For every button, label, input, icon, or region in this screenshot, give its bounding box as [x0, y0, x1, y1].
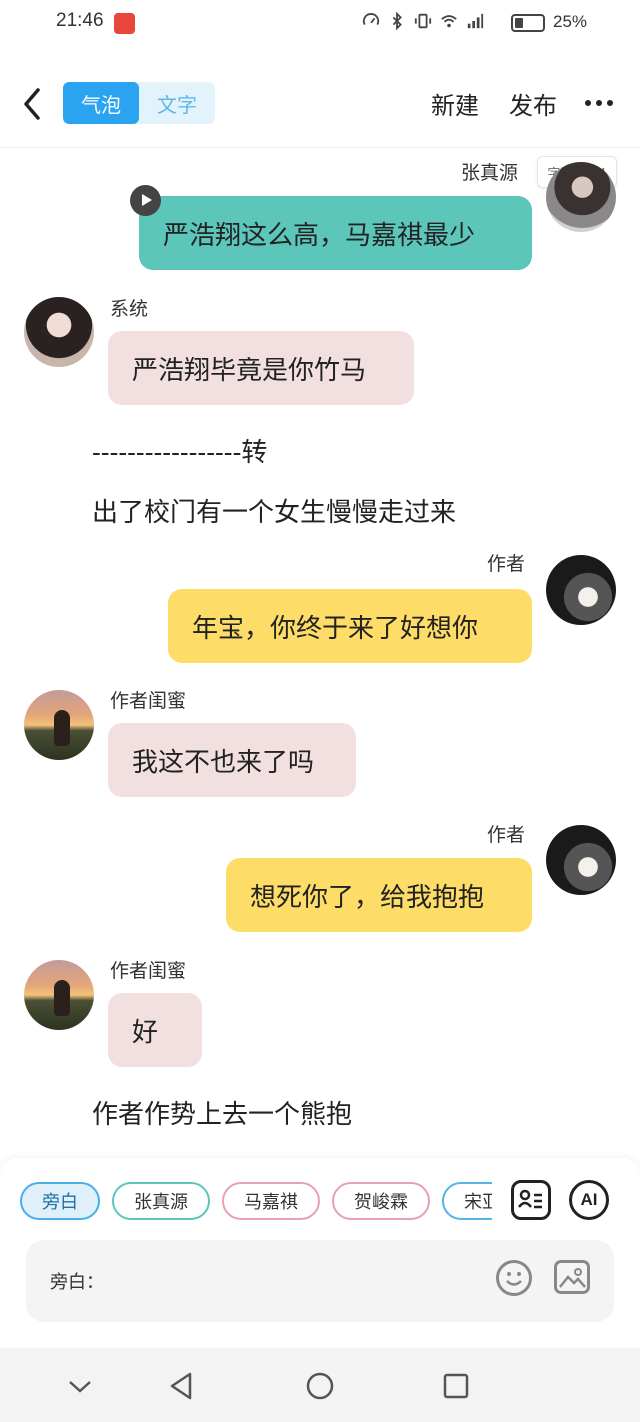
role-chip[interactable]: 张真源 [112, 1182, 210, 1220]
input-role-label: 旁白： [50, 1272, 104, 1293]
narration-text[interactable]: 作者作势上去一个熊抱 [92, 1094, 352, 1131]
speed-icon [362, 13, 380, 26]
status-bar: 21:46 25% [0, 0, 640, 48]
chat-bubble[interactable]: 严浩翔毕竟是你竹马 [108, 331, 414, 405]
home-circle-icon[interactable] [304, 1370, 336, 1402]
vibrate-icon [414, 13, 432, 29]
role-chip-narrator[interactable]: 旁白 [20, 1182, 100, 1220]
chevron-down-icon[interactable] [64, 1370, 96, 1402]
speaker-name: 系统 [110, 298, 149, 320]
avatar[interactable] [24, 297, 94, 367]
speaker-name: 张真源 [461, 162, 519, 184]
publish-button[interactable]: 发布 [509, 86, 557, 121]
top-bar: 气泡 文字 新建 发布 [0, 60, 640, 148]
narration-text[interactable]: -----------------转 [92, 432, 267, 469]
chat-bubble[interactable]: 想死你了，给我抱抱 [226, 858, 532, 932]
avatar[interactable] [24, 690, 94, 760]
app-notification-icon [114, 13, 135, 34]
status-time: 21:46 [56, 10, 104, 31]
chat-bubble[interactable]: 严浩翔这么高，马嘉祺最少 [139, 196, 532, 270]
avatar[interactable] [546, 825, 616, 895]
avatar[interactable] [546, 162, 616, 232]
speaker-name: 作者闺蜜 [110, 960, 187, 982]
signal-icon [467, 13, 484, 29]
back-arrow-icon[interactable] [18, 84, 48, 124]
chat-bubble[interactable]: 我这不也来了吗 [108, 723, 356, 797]
chat-bubble[interactable]: 好 [108, 993, 202, 1067]
new-button[interactable]: 新建 [431, 86, 479, 121]
chat-bubble[interactable]: 年宝，你终于来了好想你 [168, 589, 532, 663]
more-menu-icon[interactable] [585, 100, 613, 106]
status-icons [362, 12, 484, 30]
role-list-icon[interactable] [511, 1180, 551, 1220]
ai-button[interactable]: AI [569, 1180, 609, 1220]
battery-icon [511, 14, 545, 32]
role-selector: 旁白张真源马嘉祺贺峻霖宋亚轩 [20, 1182, 492, 1222]
narration-text[interactable]: 出了校门有一个女生慢慢走过来 [92, 492, 456, 529]
tab-text[interactable]: 文字 [139, 82, 215, 124]
speaker-name: 作者 [487, 824, 526, 846]
speaker-name: 作者 [487, 553, 526, 575]
bluetooth-icon [392, 12, 402, 30]
wifi-icon [441, 15, 457, 28]
role-chip[interactable]: 宋亚轩 [442, 1182, 492, 1220]
play-icon[interactable] [130, 185, 161, 216]
avatar[interactable] [24, 960, 94, 1030]
avatar[interactable] [546, 555, 616, 625]
battery-percent: 25% [553, 12, 588, 31]
role-chip[interactable]: 贺峻霖 [332, 1182, 430, 1220]
mode-toggle: 气泡 文字 [63, 82, 215, 124]
back-triangle-icon[interactable] [166, 1370, 198, 1402]
tab-bubble[interactable]: 气泡 [63, 82, 139, 124]
message-input[interactable]: 旁白： [26, 1240, 614, 1322]
recents-square-icon[interactable] [440, 1370, 472, 1402]
system-nav-bar [0, 1348, 640, 1422]
image-icon[interactable] [554, 1260, 590, 1294]
role-chip[interactable]: 马嘉祺 [222, 1182, 320, 1220]
speaker-name: 作者闺蜜 [110, 690, 187, 712]
emoji-icon[interactable] [496, 1260, 532, 1296]
